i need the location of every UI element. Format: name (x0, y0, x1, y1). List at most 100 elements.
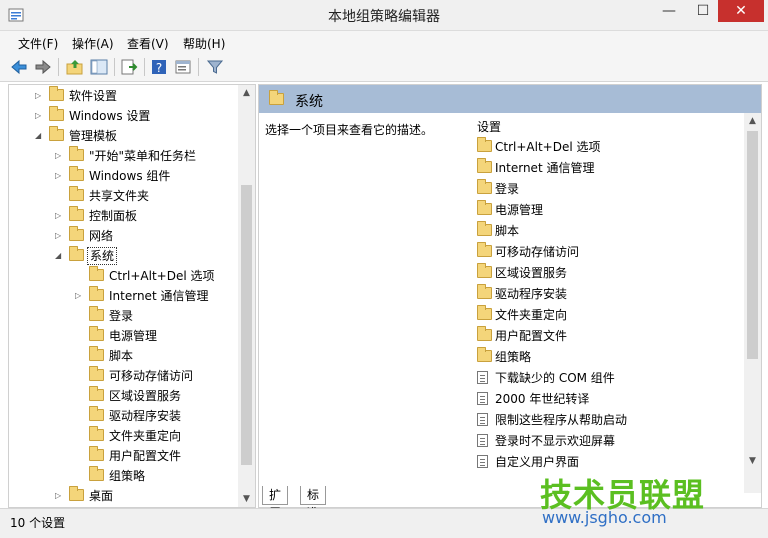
settings-item-label: 限制这些程序从帮助启动 (495, 413, 628, 427)
folder-icon (89, 306, 104, 321)
forward-arrow-icon[interactable] (34, 58, 52, 76)
watermark-logo: 技术员联盟 www.jsgho.com (540, 470, 768, 537)
maximize-button[interactable]: ☐ (686, 0, 720, 22)
tree-scroll-thumb[interactable] (241, 185, 252, 465)
watermark-url: www.jsgho.com (542, 508, 667, 527)
expand-arrow-icon[interactable]: ▷ (35, 106, 45, 126)
expand-arrow-icon[interactable]: ▷ (55, 146, 65, 166)
folder-icon (89, 426, 104, 441)
policy-icon (477, 392, 488, 405)
policy-icon (477, 413, 488, 426)
settings-item-label: 文件夹重定向 (495, 308, 568, 322)
tree-item-label: 桌面 (89, 489, 114, 503)
properties-icon[interactable] (174, 58, 192, 76)
tab-standard[interactable]: 标准 (300, 486, 327, 520)
expand-arrow-icon[interactable]: ▷ (55, 226, 65, 246)
scroll-down-arrow-icon[interactable]: ▼ (744, 453, 761, 469)
folder-icon (89, 286, 104, 301)
settings-item-label: 驱动程序安装 (495, 287, 568, 301)
settings-item-label: 脚本 (495, 224, 520, 238)
tree-item-label: 控制面板 (89, 209, 138, 223)
folder-icon (477, 179, 492, 194)
folder-icon (49, 86, 64, 101)
tree-item-label: 组策略 (109, 469, 146, 483)
menu-bar: 文件(F) 操作(A) 查看(V) 帮助(H) (0, 31, 768, 53)
settings-item-label: Internet 通信管理 (495, 161, 595, 175)
minimize-button[interactable]: — (652, 0, 686, 22)
tree-item-label: Windows 组件 (89, 169, 171, 183)
toolbar: ? (0, 53, 768, 82)
settings-column-header[interactable]: 设置 (477, 118, 501, 135)
folder-icon (69, 186, 84, 201)
menu-action[interactable]: 操作(A) (72, 35, 114, 52)
expand-arrow-icon[interactable]: ▷ (35, 86, 45, 106)
settings-item-label: 登录时不显示欢迎屏幕 (495, 434, 616, 448)
export-list-icon[interactable] (120, 58, 138, 76)
folder-icon (477, 326, 492, 341)
settings-item-label: 区域设置服务 (495, 266, 568, 280)
tree-item-label: 管理模板 (69, 129, 118, 143)
scroll-down-arrow-icon[interactable]: ▼ (238, 491, 255, 507)
tree-item-label: 系统 (87, 247, 118, 265)
folder-icon (69, 166, 84, 181)
folder-icon (477, 263, 492, 278)
settings-list[interactable]: 设置 Ctrl+Alt+Del 选项 Internet 通信管理 登录 电源管理 脚本可… (463, 113, 761, 483)
tree-item-label: 网络 (89, 229, 114, 243)
expand-arrow-icon[interactable]: ▷ (55, 486, 65, 506)
folder-icon (49, 106, 64, 121)
folder-icon (89, 326, 104, 341)
folder-icon (89, 446, 104, 461)
tree-item-label: 登录 (109, 309, 134, 323)
policy-icon (477, 371, 488, 384)
filter-icon[interactable] (206, 58, 224, 76)
details-pane: 系统 选择一个项目来查看它的描述。 设置 Ctrl+Alt+Del 选项 Inte… (258, 84, 762, 508)
status-text: 10 个设置 (10, 516, 66, 530)
folder-icon (89, 346, 104, 361)
expand-arrow-icon[interactable]: ▷ (75, 286, 85, 306)
folder-icon (89, 366, 104, 381)
tree-item-label: 脚本 (109, 349, 134, 363)
tree-item-label: 驱动程序安装 (109, 409, 182, 423)
folder-icon (69, 206, 84, 221)
folder-icon (89, 266, 104, 281)
back-arrow-icon[interactable] (10, 58, 28, 76)
menu-help[interactable]: 帮助(H) (183, 35, 225, 52)
folder-icon (69, 146, 84, 161)
tree-item-label: 可移动存储访问 (109, 369, 194, 383)
folder-icon (69, 246, 84, 261)
tree-item-label: "开始"菜单和任务栏 (89, 149, 197, 163)
console-tree[interactable]: ▷ 软件设置 ▷ Windows 设置 ◢ 管理模板 ▷ "开始"菜单和任务栏 ▷ Windows… (8, 84, 256, 508)
tree-item-label: Internet 通信管理 (109, 289, 209, 303)
settings-scrollbar[interactable]: ▲ ▼ (744, 113, 761, 493)
tree-item-label: 软件设置 (69, 89, 118, 103)
scroll-up-arrow-icon[interactable]: ▲ (238, 85, 255, 101)
folder-icon (69, 486, 84, 501)
folder-up-icon[interactable] (66, 58, 84, 76)
settings-item-label: 2000 年世纪转译 (495, 392, 590, 406)
collapse-arrow-icon[interactable]: ◢ (55, 246, 65, 266)
settings-item-label: 自定义用户界面 (495, 455, 580, 469)
tab-extended[interactable]: 扩展 (262, 486, 289, 520)
show-hide-tree-icon[interactable] (90, 58, 108, 76)
menu-file[interactable]: 文件(F) (18, 35, 58, 52)
folder-icon (477, 200, 492, 215)
help-icon[interactable]: ? (150, 58, 168, 76)
tree-item-label: 共享文件夹 (89, 189, 150, 203)
menu-view[interactable]: 查看(V) (127, 35, 169, 52)
folder-icon (477, 305, 492, 320)
tree-item-label: 电源管理 (109, 329, 158, 343)
settings-scroll-thumb[interactable] (747, 131, 758, 359)
tree-item-label: Ctrl+Alt+Del 选项 (109, 269, 215, 283)
expand-arrow-icon[interactable]: ▷ (55, 206, 65, 226)
expand-arrow-icon[interactable]: ▷ (55, 166, 65, 186)
collapse-arrow-icon[interactable]: ◢ (35, 126, 45, 146)
policy-icon (477, 434, 488, 447)
folder-icon (49, 126, 64, 141)
folder-icon (477, 221, 492, 236)
scroll-up-arrow-icon[interactable]: ▲ (744, 113, 761, 129)
settings-item-label: Ctrl+Alt+Del 选项 (495, 140, 601, 154)
tree-item-label: Windows 设置 (69, 109, 151, 123)
close-button[interactable]: ✕ (718, 0, 764, 22)
tree-item-label: 用户配置文件 (109, 449, 182, 463)
tree-scrollbar[interactable]: ▲ ▼ (238, 85, 255, 507)
